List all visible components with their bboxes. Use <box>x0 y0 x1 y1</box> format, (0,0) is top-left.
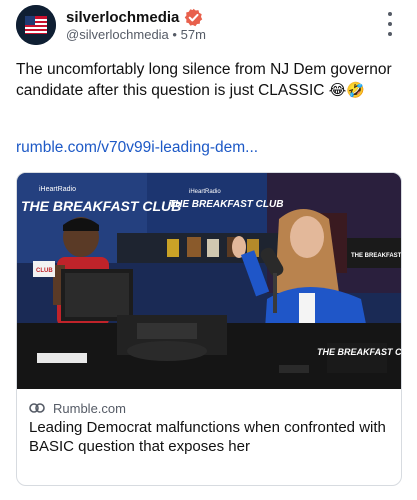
thumb-show-center: THE BREAKFAST CLUB <box>169 199 283 210</box>
more-options-icon[interactable] <box>380 12 400 36</box>
thumb-station-center: iHeartRadio <box>189 189 221 195</box>
post-emojis: 😂🤣 <box>328 81 365 99</box>
card-domain-row: Rumble.com <box>29 401 389 416</box>
post-link[interactable]: rumble.com/v70v99i-leading-dem... <box>16 139 258 157</box>
author-avatar[interactable] <box>16 5 56 45</box>
separator-dot: • <box>172 27 177 42</box>
post-timestamp[interactable]: 57m <box>181 27 206 42</box>
author-handle[interactable]: @silverlochmedia <box>66 27 169 42</box>
thumb-mic-flag: CLUB <box>36 268 53 274</box>
card-meta: Rumble.com Leading Democrat malfunctions… <box>29 401 389 456</box>
thumb-show-right: THE BREAKFAST CLUB <box>351 253 401 259</box>
author-name[interactable]: silverlochmedia <box>66 9 179 26</box>
verified-badge-icon <box>184 8 203 27</box>
author-name-row: silverlochmedia <box>66 8 203 27</box>
post: silverlochmedia @silverlochmedia • 57m T… <box>0 0 417 500</box>
thumb-station-left: iHeartRadio <box>39 186 76 193</box>
thumb-show-left: THE BREAKFAST CLUB <box>21 198 181 214</box>
video-thumbnail[interactable]: iHeartRadio THE BREAKFAST CLUB iHeartRad… <box>17 173 401 389</box>
card-domain: Rumble.com <box>53 401 126 416</box>
link-preview-card[interactable]: iHeartRadio THE BREAKFAST CLUB iHeartRad… <box>16 172 402 486</box>
handle-line: @silverlochmedia • 57m <box>66 27 206 42</box>
post-text-block: The uncomfortably long silence from NJ D… <box>16 60 408 101</box>
card-title[interactable]: Leading Democrat malfunctions when confr… <box>29 418 389 456</box>
thumb-corner-logo: THE BREAKFAST CLUB <box>317 347 401 357</box>
flag-avatar-image <box>16 5 56 45</box>
link-icon <box>29 401 45 416</box>
